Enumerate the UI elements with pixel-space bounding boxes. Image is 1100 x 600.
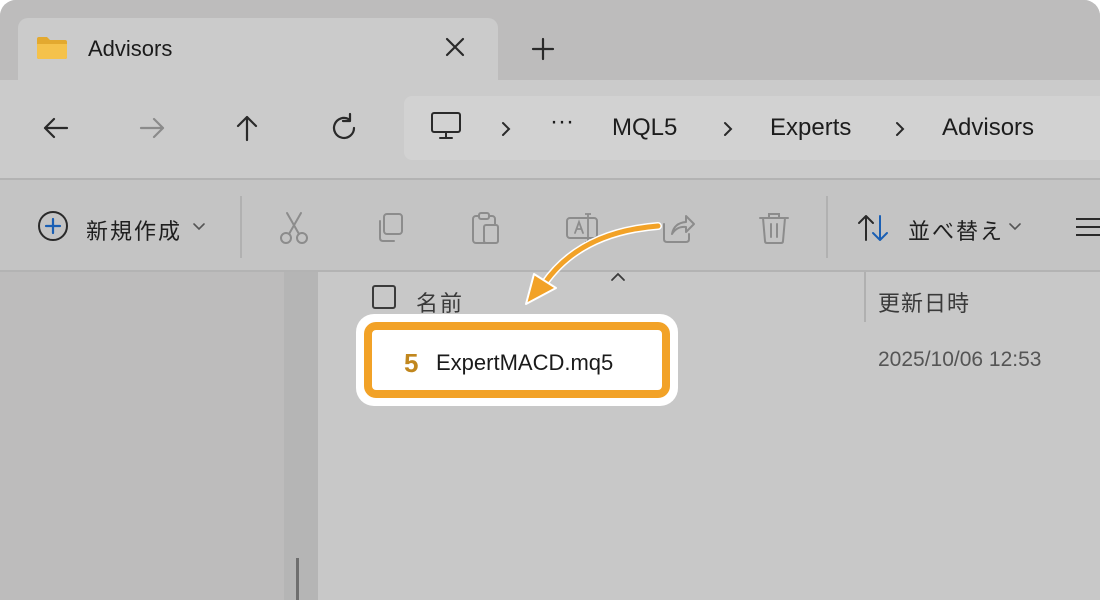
arrow-left-icon[interactable] (40, 112, 72, 144)
sort-button[interactable]: 並べ替え (856, 180, 1036, 270)
chevron-right-icon[interactable] (720, 118, 736, 140)
column-header-date[interactable]: 更新日時 (878, 286, 970, 318)
plus-icon[interactable] (528, 34, 558, 64)
breadcrumb-advisors[interactable]: Advisors (942, 114, 1034, 142)
new-button-label: 新規作成 (86, 219, 183, 244)
cut-icon[interactable] (276, 210, 312, 246)
sort-icon (858, 215, 888, 241)
sort-button-label: 並べ替え (908, 219, 1005, 244)
chevron-right-icon[interactable] (498, 118, 514, 140)
callout-arrow-icon (525, 222, 662, 305)
folder-icon (37, 37, 67, 59)
breadcrumb-ellipsis[interactable]: ··· (550, 108, 574, 136)
chevron-right-icon[interactable] (892, 118, 908, 140)
copy-icon[interactable] (372, 210, 408, 246)
chevron-down-icon (1009, 223, 1021, 231)
arrow-right-icon[interactable] (136, 112, 168, 144)
view-list-icon[interactable] (1074, 214, 1100, 240)
breadcrumb-experts[interactable]: Experts (770, 114, 851, 142)
file-explorer-window: Advisors ··· MQL5 Experts Advisors 新規作成 … (0, 0, 1100, 600)
pane-splitter[interactable] (284, 272, 318, 600)
chevron-down-icon (193, 223, 205, 231)
delete-icon[interactable] (756, 210, 792, 246)
close-icon[interactable] (440, 32, 470, 62)
toolbar-divider (826, 196, 828, 258)
file-name[interactable]: ExpertMACD.mq5 (436, 350, 613, 376)
select-all-checkbox[interactable] (372, 285, 396, 309)
monitor-icon[interactable] (430, 110, 462, 142)
navigation-bar: ··· MQL5 Experts Advisors (0, 80, 1100, 178)
file-modified-date: 2025/10/06 12:53 (878, 348, 1042, 371)
plus-circle-icon (38, 211, 68, 241)
table-row[interactable]: 5 ExpertMACD.mq5 (364, 322, 670, 398)
navigation-pane[interactable] (0, 272, 284, 600)
refresh-icon[interactable] (328, 112, 360, 144)
mq5-file-icon: 5 (404, 348, 419, 378)
arrow-up-icon[interactable] (231, 112, 263, 144)
tab-advisors[interactable]: Advisors (18, 18, 498, 80)
address-bar[interactable]: ··· MQL5 Experts Advisors (404, 96, 1100, 160)
tab-title: Advisors (88, 36, 173, 61)
toolbar-divider (240, 196, 242, 258)
column-divider[interactable] (864, 272, 866, 322)
tab-strip: Advisors (0, 0, 1100, 80)
new-button[interactable]: 新規作成 (30, 180, 220, 270)
paste-icon[interactable] (468, 210, 504, 246)
scrollbar-thumb[interactable] (296, 558, 299, 600)
file-row-highlight: 5 ExpertMACD.mq5 (356, 314, 678, 406)
breadcrumb-mql5[interactable]: MQL5 (612, 114, 677, 142)
